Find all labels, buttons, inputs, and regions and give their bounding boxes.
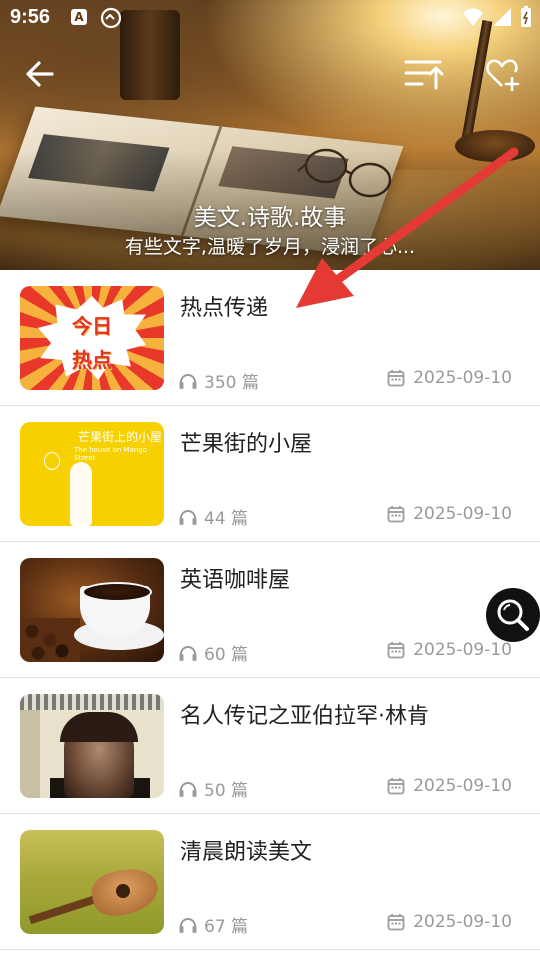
list-item[interactable]: 芒果街上的小屋 The house on Mango Street 芒果街的小屋… [0,406,540,542]
album-count: 67 篇 [178,912,248,937]
status-time: 9:56 [10,6,51,28]
album-list: 今日 热点 热点传递 350 篇 2025-09-10 芒果街上的小屋 The … [0,270,540,950]
album-date: 2025-09-10 [387,912,512,932]
calendar-icon [387,370,405,387]
album-count: 50 篇 [178,776,248,801]
album-count: 44 篇 [178,504,248,529]
back-button[interactable] [22,56,58,92]
heart-plus-icon [486,59,520,92]
headphones-icon [179,509,197,525]
arrow-left-icon [26,61,54,87]
album-title: 清晨朗读美文 [180,840,313,865]
calendar-icon [387,914,405,931]
album-cover-coffee [20,558,164,662]
album-date: 2025-09-10 [387,776,512,796]
header-banner: 9:56 A 美文.诗歌.故事 有些文字,温暖了岁月，浸润了心... [0,0,540,270]
album-cover-mango: 芒果街上的小屋 The house on Mango Street [20,422,164,526]
calendar-icon [387,642,405,659]
search-button[interactable] [486,588,540,642]
album-cover-guitar [20,830,164,934]
headphones-icon [179,917,197,933]
status-bar: 9:56 A [0,0,540,36]
list-item[interactable]: 英语咖啡屋 60 篇 2025-09-10 [0,542,540,678]
battery-icon [521,6,531,27]
search-icon [497,599,529,631]
list-item[interactable]: 今日 热点 热点传递 350 篇 2025-09-10 [0,270,540,406]
page-subtitle: 有些文字,温暖了岁月，浸润了心... [124,236,416,258]
status-a-icon: A [71,9,87,25]
album-title: 芒果街的小屋 [180,432,313,457]
list-item[interactable]: 名人传记之亚伯拉罕·林肯 50 篇 2025-09-10 [0,678,540,814]
album-count: 60 篇 [178,640,248,665]
album-title: 名人传记之亚伯拉罕·林肯 [180,704,429,729]
page-title: 美文.诗歌.故事 [193,205,347,231]
status-sync-icon [100,7,122,34]
list-item[interactable]: 清晨朗读美文 67 篇 2025-09-10 [0,814,540,950]
sort-button[interactable] [404,56,444,92]
sort-icon [404,60,444,90]
headphones-icon [179,781,197,797]
favorite-button[interactable] [484,56,520,92]
album-cover-lincoln [20,694,164,798]
album-title: 热点传递 [180,296,269,321]
headphones-icon [179,373,197,389]
album-title: 英语咖啡屋 [180,568,291,593]
signal-icon [493,8,511,26]
wifi-icon [463,8,483,26]
headphones-icon [179,645,197,661]
album-date: 2025-09-10 [387,368,512,388]
album-date: 2025-09-10 [387,504,512,524]
calendar-icon [387,506,405,523]
calendar-icon [387,778,405,795]
album-date: 2025-09-10 [387,640,512,660]
album-count: 350 篇 [178,368,259,393]
album-cover-hot: 今日 热点 [20,286,164,390]
